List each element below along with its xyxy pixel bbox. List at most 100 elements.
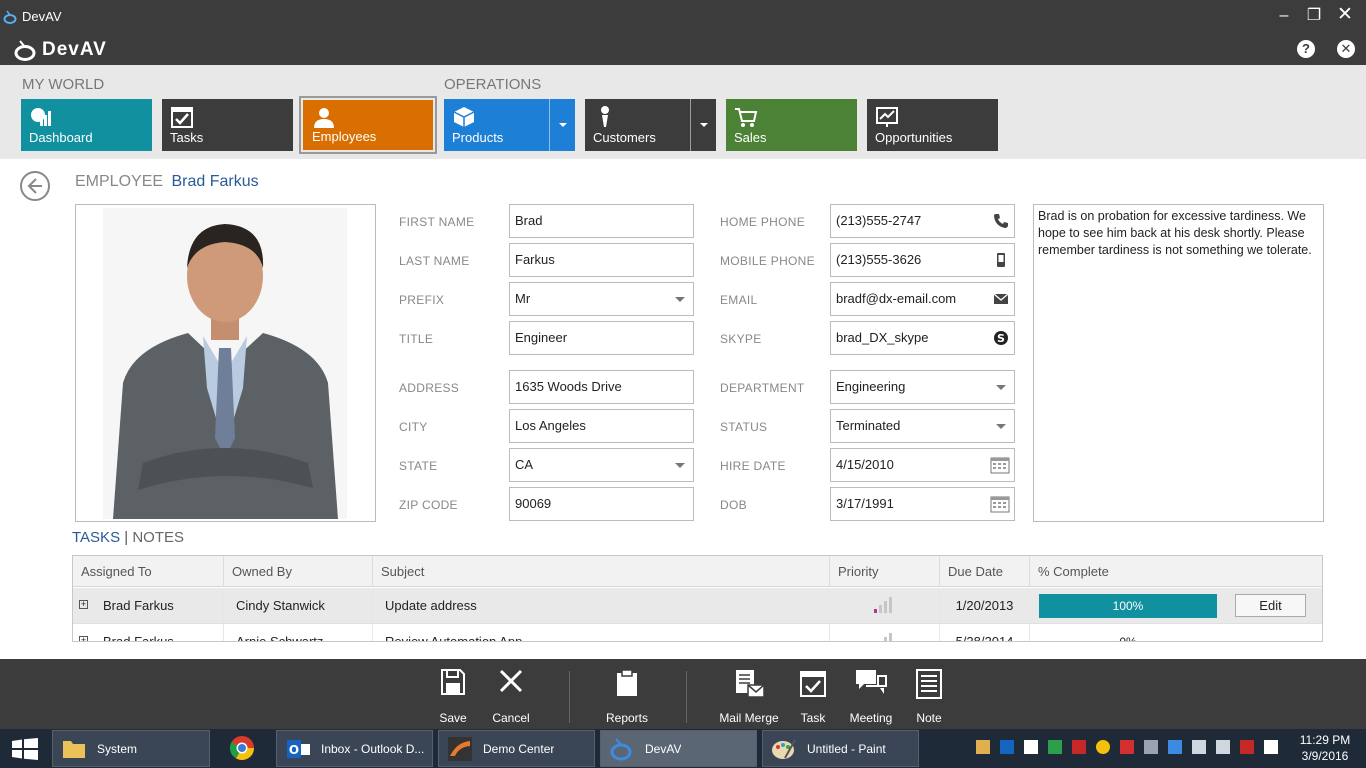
calendar-icon[interactable] [990,456,1010,474]
volume-muted-tray-icon[interactable] [1240,740,1254,754]
taskbar-item-demo-center[interactable]: Demo Center [438,730,595,767]
tile-label: Dashboard [29,130,93,145]
phone-icon[interactable] [993,213,1009,229]
tile-products[interactable]: Products [444,99,575,151]
meeting-button[interactable]: Meeting [844,659,898,729]
tile-sales[interactable]: Sales [726,99,857,151]
taskbar-label: Demo Center [483,742,555,756]
edit-button[interactable]: Edit [1235,594,1306,617]
first-name-value: Brad [515,213,543,228]
mail-tray-icon[interactable] [976,740,990,754]
devav-logo-icon [14,40,36,61]
cell-owned-by: Arnie Schwartz [228,624,373,641]
mail-merge-button[interactable]: Mail Merge [714,659,784,729]
hire-date-value: 4/15/2010 [836,457,894,472]
customers-dropdown-button[interactable] [690,99,716,151]
tile-tasks[interactable]: Tasks [162,99,293,151]
column-header-priority[interactable]: Priority [830,556,940,587]
employee-name: Brad Farkus [171,173,259,190]
envelope-icon[interactable] [993,291,1009,307]
chrome-tray-icon[interactable] [1096,740,1110,754]
windows-start-icon[interactable] [12,738,38,760]
employee-detail-view: EMPLOYEE Brad Farkus FIRST NAME Brad LAS… [0,159,1366,659]
back-arrow-icon[interactable] [19,170,51,202]
expand-row-icon[interactable]: + [79,600,88,609]
last-name-field[interactable]: Farkus [509,243,694,277]
taskbar-label: DevAV [645,742,682,756]
products-dropdown-button[interactable] [549,99,575,151]
antivirus-tray-icon[interactable] [1120,740,1134,754]
column-header-assigned-to[interactable]: Assigned To [73,556,224,587]
battery-tray-icon[interactable] [1192,740,1206,754]
address-field[interactable]: 1635 Woods Drive [509,370,694,404]
tab-notes[interactable]: NOTES [132,529,184,546]
flag-tray-icon[interactable] [1264,740,1278,754]
note-button[interactable]: Note [910,659,948,729]
taskbar-item-system[interactable]: System [52,730,210,767]
reports-button[interactable]: Reports [600,659,654,729]
mobile-phone-field[interactable]: (213)555-3626 [830,243,1015,277]
tile-opportunities[interactable]: Opportunities [867,99,998,151]
department-select[interactable]: Engineering [830,370,1015,404]
column-header-owned-by[interactable]: Owned By [224,556,373,587]
display-tray-icon[interactable] [1144,740,1158,754]
status-select[interactable]: Terminated [830,409,1015,443]
tasks-grid: Assigned To Owned By Subject Priority Du… [72,555,1323,642]
tile-customers[interactable]: Customers [585,99,716,151]
close-window-button[interactable]: ✕ [1333,5,1357,25]
notes-textarea[interactable]: Brad is on probation for excessive tardi… [1033,204,1324,522]
hire-date-field[interactable]: 4/15/2010 [830,448,1015,482]
skype-field[interactable]: brad_DX_skype S [830,321,1015,355]
chevron-down-icon [675,463,685,468]
state-select[interactable]: CA [509,448,694,482]
task-button[interactable]: Task [795,659,831,729]
first-name-field[interactable]: Brad [509,204,694,238]
clock[interactable]: 11:29 PM 3/9/2016 [1294,732,1356,764]
column-header-subject[interactable]: Subject [373,556,830,587]
column-header-percent-complete[interactable]: % Complete [1030,556,1322,587]
help-button[interactable]: ? [1297,40,1315,58]
expand-row-icon[interactable]: + [79,636,88,641]
email-value: bradf@dx-email.com [836,291,957,306]
cancel-button[interactable]: Cancel [487,659,535,729]
note-label: Note [916,711,942,725]
prefix-select[interactable]: Mr [509,282,694,316]
save-button[interactable]: Save [430,659,476,729]
network-share-tray-icon[interactable] [1048,740,1062,754]
table-row[interactable]: + Brad Farkus Arnie Schwartz Review Auto… [73,623,1322,641]
maximize-button[interactable]: ❐ [1302,6,1326,26]
outlook-tray-icon[interactable] [1000,740,1014,754]
pdf-tray-icon[interactable] [1072,740,1086,754]
email-field[interactable]: bradf@dx-email.com [830,282,1015,316]
taskbar-label: Untitled - Paint [807,742,886,756]
zip-code-field[interactable]: 90069 [509,487,694,521]
tile-dashboard[interactable]: Dashboard [21,99,152,151]
calendar-icon[interactable] [990,495,1010,513]
close-app-button[interactable]: ✕ [1337,40,1355,58]
taskbar-item-paint[interactable]: Untitled - Paint [762,730,919,767]
skype-icon[interactable]: S [993,330,1009,346]
taskbar-item-outlook[interactable]: O Inbox - Outlook D... [276,730,433,767]
progress-bar-track: 100% [1039,594,1217,618]
save-label: Save [439,711,467,725]
title-field[interactable]: Engineer [509,321,694,355]
minimize-button[interactable]: – [1272,6,1296,26]
opportunities-icon [876,107,898,127]
taskbar-label: System [97,742,138,756]
table-row[interactable]: + Brad Farkus Cindy Stanwick Update addr… [73,588,1322,623]
mobile-phone-icon[interactable] [993,252,1009,268]
city-field[interactable]: Los Angeles [509,409,694,443]
clock-time: 11:29 PM [1299,733,1351,747]
windows-tray-icon[interactable] [1024,740,1038,754]
home-phone-field[interactable]: (213)555-2747 [830,204,1015,238]
chrome-taskbar-button[interactable] [228,734,256,762]
tab-tasks[interactable]: TASKS [72,529,120,546]
column-header-due-date[interactable]: Due Date [940,556,1030,587]
wifi-signal-tray-icon[interactable] [1216,740,1230,754]
taskbar-item-devav[interactable]: DevAV [600,730,757,767]
dob-field[interactable]: 3/17/1991 [830,487,1015,521]
tile-employees[interactable]: Employees [299,96,437,154]
outlook-icon: O [287,740,310,758]
status-value: Terminated [836,418,901,433]
bluetooth-tray-icon[interactable] [1168,740,1182,754]
